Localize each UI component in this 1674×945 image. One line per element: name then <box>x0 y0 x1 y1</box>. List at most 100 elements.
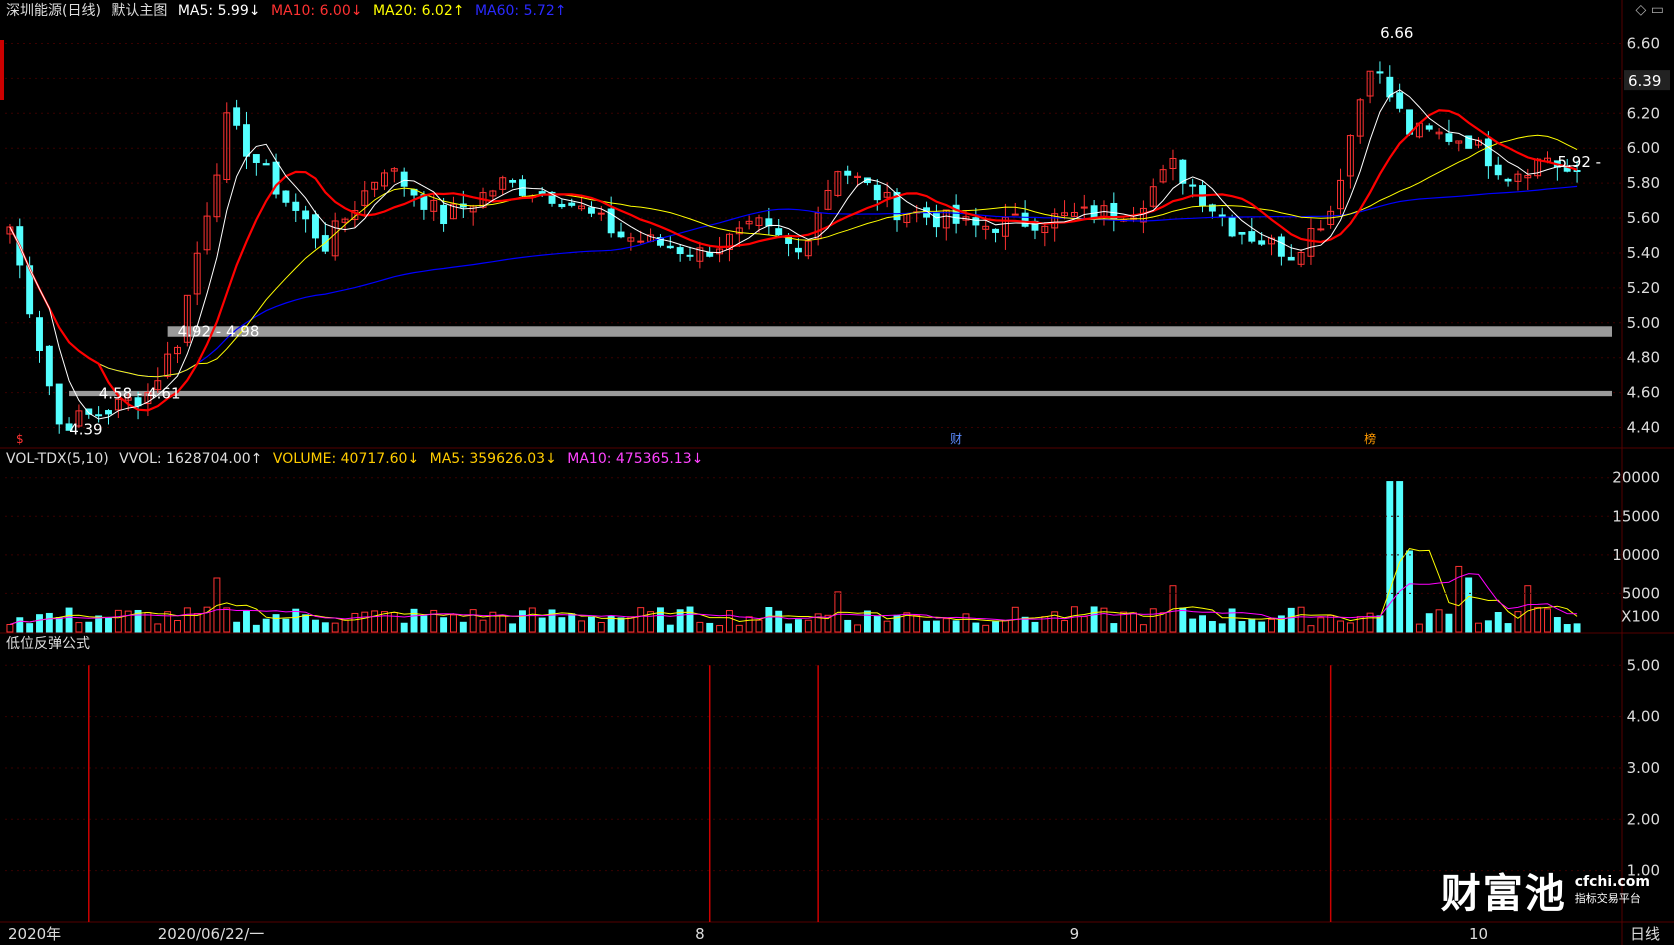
volume-bar <box>479 619 487 633</box>
candle-body <box>1494 164 1502 176</box>
volume-bar <box>400 622 408 633</box>
volume-bar <box>716 625 724 633</box>
volume-bar <box>450 614 457 633</box>
volume-bar <box>65 607 73 633</box>
candle-body <box>1011 213 1019 216</box>
volume-indicator-name[interactable]: VOL-TDX(5,10) <box>6 451 109 467</box>
ma5-value: MA5: 5.99↓ <box>177 3 261 19</box>
volume-bar <box>735 624 743 633</box>
volume-bar <box>696 621 704 633</box>
price-tick-label: 5.00 <box>1627 314 1660 332</box>
volume-bar <box>1218 623 1226 633</box>
volume-bar <box>666 624 674 633</box>
candle-body <box>1258 240 1266 245</box>
main-indicator-label[interactable]: 默认主图 <box>111 3 167 19</box>
candle-body <box>775 228 783 236</box>
volume-bar <box>302 614 310 633</box>
volume-bar <box>775 610 783 633</box>
candle-body <box>1425 125 1433 130</box>
candle-body <box>1287 256 1295 261</box>
price-annotation: 5.92 - <box>1558 153 1602 171</box>
indicator-name[interactable]: 低位反弹公式 <box>6 636 90 652</box>
volume-bar <box>1435 609 1443 633</box>
volume-bar <box>282 618 290 633</box>
volume-bar <box>627 616 635 633</box>
price-annotation: 4.92 - 4.98 <box>178 323 260 341</box>
volume-bar <box>972 622 980 633</box>
volume-bar <box>1248 618 1256 633</box>
volume-bar <box>36 614 43 633</box>
volume-bar <box>863 610 871 633</box>
volume-bar <box>183 607 191 633</box>
candle-body <box>233 107 241 126</box>
support-band <box>167 326 1612 337</box>
volume-bar <box>16 617 24 633</box>
event-marker: $ <box>16 432 24 446</box>
candle-body <box>1179 159 1187 184</box>
date-axis-label: 2020年 <box>8 925 61 943</box>
volume-bar <box>1415 623 1423 633</box>
volume-bar <box>1110 623 1118 633</box>
candle-body <box>292 201 300 211</box>
volume-bar <box>1268 618 1275 633</box>
main-header: 深圳能源(日线) 默认主图 MA5: 5.99↓ MA10: 6.00↓ MA2… <box>0 0 572 22</box>
volume-value: VOLUME: 40717.60↓ <box>272 451 420 467</box>
candle-body <box>1445 133 1453 142</box>
volume-bar <box>765 607 773 633</box>
candle-body <box>873 184 881 201</box>
volume-bar <box>1563 624 1571 633</box>
price-tick-label: 5.60 <box>1627 209 1660 227</box>
volume-bar <box>1061 620 1069 633</box>
price-tick-label: 4.80 <box>1627 349 1660 367</box>
candle-body <box>587 207 595 214</box>
volume-bar <box>262 618 270 633</box>
date-axis-label: 9 <box>1070 925 1080 943</box>
volume-bar <box>1208 621 1216 633</box>
volume-bar <box>745 616 753 633</box>
volume-bar <box>587 616 595 633</box>
volume-bar <box>725 610 733 633</box>
price-tick-label: 5.40 <box>1627 244 1660 262</box>
candle-body <box>568 202 576 206</box>
volume-bar <box>1475 622 1482 633</box>
watermark-url: cfchi.com <box>1574 874 1650 890</box>
volume-bar <box>233 621 241 633</box>
candle-body <box>1484 138 1492 167</box>
date-axis-label: 2020/06/22/一 <box>158 925 265 943</box>
volume-bar <box>154 623 162 633</box>
volume-bar <box>1396 481 1404 633</box>
ma60-value: MA60: 5.72↑ <box>474 3 567 19</box>
volume-bar <box>706 622 714 633</box>
volume-bar <box>1534 606 1542 633</box>
volume-bar <box>1514 611 1522 633</box>
volume-bar <box>804 619 812 633</box>
volume-bar <box>6 624 14 633</box>
volume-bar <box>932 620 940 633</box>
volume-bar <box>1445 613 1453 633</box>
volume-bar <box>1080 616 1088 633</box>
volume-bar <box>75 622 83 633</box>
candle-body <box>1504 178 1512 182</box>
candle-body <box>686 254 694 257</box>
price-tick-label: 4.40 <box>1627 419 1660 437</box>
support-band <box>69 390 1612 397</box>
window-controls[interactable]: ◇ ▭ <box>1636 2 1664 18</box>
volume-bar <box>252 624 260 633</box>
price-tick-label: 4.60 <box>1627 384 1660 402</box>
candle-body <box>992 228 1000 233</box>
volume-bar <box>223 607 231 633</box>
volume-bar <box>341 619 349 633</box>
price-tick-label: 6.00 <box>1627 139 1660 157</box>
volume-bar <box>568 613 576 633</box>
ma10-value: MA10: 6.00↓ <box>270 3 363 19</box>
volume-bar <box>962 613 970 633</box>
vol-ma10-value: MA10: 475365.13↓ <box>567 451 704 467</box>
volume-bar <box>469 609 477 633</box>
candle-body <box>36 317 43 352</box>
candle-body <box>252 154 260 163</box>
candle-body <box>302 210 310 220</box>
candle-body <box>538 191 546 194</box>
stock-title[interactable]: 深圳能源(日线) <box>6 3 101 19</box>
date-axis-label: 8 <box>695 925 705 943</box>
volume-bar <box>45 612 53 633</box>
